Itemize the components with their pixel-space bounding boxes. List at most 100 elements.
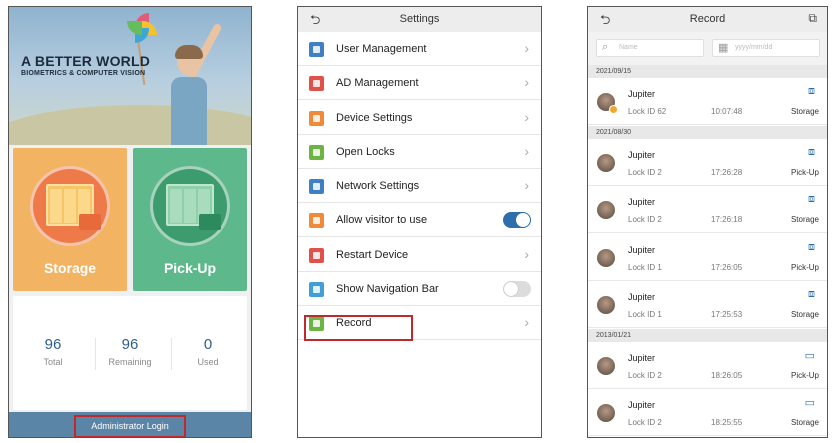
date-group-header: 2021/08/30: [588, 125, 827, 139]
administrator-login-button[interactable]: Administrator Login: [74, 415, 186, 437]
record-icon: [309, 316, 324, 331]
record-operation: Storage: [790, 215, 819, 224]
pickup-card[interactable]: Pick-Up: [133, 148, 247, 291]
record-operation: Pick-Up: [790, 167, 819, 177]
chevron-right-icon: ›: [524, 245, 529, 262]
locker-stats: 96 Total 96 Remaining 0 Used: [13, 296, 247, 410]
date-group-header: 2021/09/15: [588, 65, 827, 78]
record-name: Jupiter: [628, 197, 656, 207]
settings-item-label: Device Settings: [336, 111, 413, 124]
page-title: Record: [689, 13, 726, 25]
stat-used: 0 Used: [173, 336, 243, 367]
avatar: [597, 404, 615, 422]
lock-icon: [309, 144, 324, 160]
divider: [171, 338, 172, 370]
export-icon[interactable]: ⧉: [808, 11, 817, 26]
record-lock-id: Lock ID 62: [628, 107, 667, 116]
settings-item[interactable]: User Management ›: [298, 32, 541, 66]
page-title: Settings: [399, 13, 440, 25]
record-row[interactable]: Jupiter Lock ID 62 10:07:48 Storage ⧈: [588, 78, 827, 125]
record-row[interactable]: Jupiter Lock ID 2 18:26:05 Pick-Up ▭: [588, 342, 827, 389]
record-name: Jupiter: [628, 244, 656, 255]
name-search-input[interactable]: ⌕ Name: [596, 39, 704, 57]
name-placeholder: Name: [619, 44, 638, 51]
settings-screen: ⮌ Settings User Management › AD Management…: [297, 6, 542, 438]
settings-item-label: Network Settings: [336, 180, 420, 192]
calendar-icon: ▦: [718, 42, 729, 54]
settings-item[interactable]: Record ›: [298, 306, 541, 340]
settings-item-label: Record: [336, 317, 372, 329]
admin-badge-icon: [609, 105, 618, 114]
record-name: Jupiter: [628, 400, 656, 410]
storage-card[interactable]: Storage: [13, 148, 127, 291]
avatar: [597, 356, 615, 375]
settings-item[interactable]: AD Management ›: [298, 66, 541, 101]
footer-bar: Administrator Login: [9, 412, 251, 437]
settings-item[interactable]: Network Settings ›: [298, 169, 541, 203]
settings-item-label: User Management: [336, 43, 427, 55]
luggage-icon: [79, 214, 101, 230]
face-scan-icon: ⧈: [808, 288, 815, 300]
record-lock-id: Lock ID 2: [628, 418, 662, 427]
avatar: [597, 248, 615, 267]
settings-item-label: Allow visitor to use: [336, 214, 428, 227]
settings-item[interactable]: Open Locks ›: [298, 135, 541, 169]
settings-item[interactable]: Allow visitor to use: [298, 203, 541, 238]
settings-item[interactable]: Restart Device ›: [298, 238, 541, 272]
chevron-right-icon: ›: [524, 40, 529, 56]
visitor-icon: [309, 213, 324, 229]
date-search-input[interactable]: ▦ yyyy/mm/dd: [712, 39, 820, 57]
stat-label: Remaining: [108, 357, 152, 367]
record-time: 10:07:48: [711, 107, 743, 116]
stat-remaining: 96 Remaining: [95, 336, 165, 367]
stat-total: 96 Total: [18, 336, 88, 367]
record-time: 17:26:05: [711, 262, 743, 272]
record-operation: Pick-Up: [790, 370, 819, 380]
toggle-switch[interactable]: [503, 212, 531, 229]
record-row[interactable]: Jupiter Lock ID 1 17:26:05 Pick-Up ⧈: [588, 234, 827, 281]
record-row[interactable]: Jupiter Lock ID 2 17:26:28 Pick-Up ⧈: [588, 139, 827, 186]
record-name: Jupiter: [628, 352, 656, 363]
chevron-right-icon: ›: [524, 142, 529, 159]
child-figure: [159, 22, 223, 145]
settings-item-label: Restart Device: [336, 248, 409, 261]
avatar: [597, 153, 615, 172]
date-placeholder: yyyy/mm/dd: [735, 44, 773, 51]
record-time: 17:25:53: [711, 310, 743, 319]
globe-icon: [309, 179, 324, 194]
record-time: 17:26:18: [711, 215, 743, 224]
record-row[interactable]: Jupiter Lock ID 2 18:25:55 Storage ▭: [588, 389, 827, 436]
settings-item-label: Show Navigation Bar: [336, 282, 439, 295]
chevron-right-icon: ›: [524, 177, 529, 193]
avatar: [597, 296, 615, 314]
record-lock-id: Lock ID 1: [628, 262, 662, 272]
stat-label: Total: [43, 357, 63, 367]
toggle-knob: [504, 281, 518, 296]
settings-item[interactable]: Device Settings ›: [298, 101, 541, 135]
stat-value: 96: [44, 336, 62, 353]
toggle-switch[interactable]: [503, 280, 531, 297]
record-operation: Storage: [790, 418, 819, 427]
settings-item-label: Open Locks: [336, 145, 395, 158]
record-time: 18:26:05: [711, 370, 743, 380]
record-operation: Storage: [790, 107, 819, 116]
pickup-label: Pick-Up: [163, 260, 217, 276]
user-icon: [309, 42, 324, 57]
record-name: Jupiter: [628, 292, 656, 302]
record-operation: Storage: [790, 310, 819, 319]
record-time: 17:26:28: [711, 167, 743, 177]
settings-item[interactable]: Show Navigation Bar: [298, 272, 541, 306]
record-time: 18:25:55: [711, 418, 743, 427]
stat-value: 96: [121, 336, 139, 353]
luggage-icon: [199, 214, 221, 230]
stat-value: 0: [203, 336, 213, 353]
stat-label: Used: [197, 357, 219, 367]
chevron-right-icon: ›: [524, 74, 529, 91]
ad-icon: [309, 76, 324, 92]
pinwheel-icon: [127, 13, 157, 43]
record-row[interactable]: Jupiter Lock ID 2 17:26:18 Storage ⧈: [588, 186, 827, 233]
face-scan-icon: ⧈: [808, 240, 815, 253]
face-scan-icon: ⧈: [808, 145, 815, 158]
record-row[interactable]: Jupiter Lock ID 1 17:25:53 Storage ⧈: [588, 281, 827, 328]
nav-icon: [309, 281, 324, 297]
